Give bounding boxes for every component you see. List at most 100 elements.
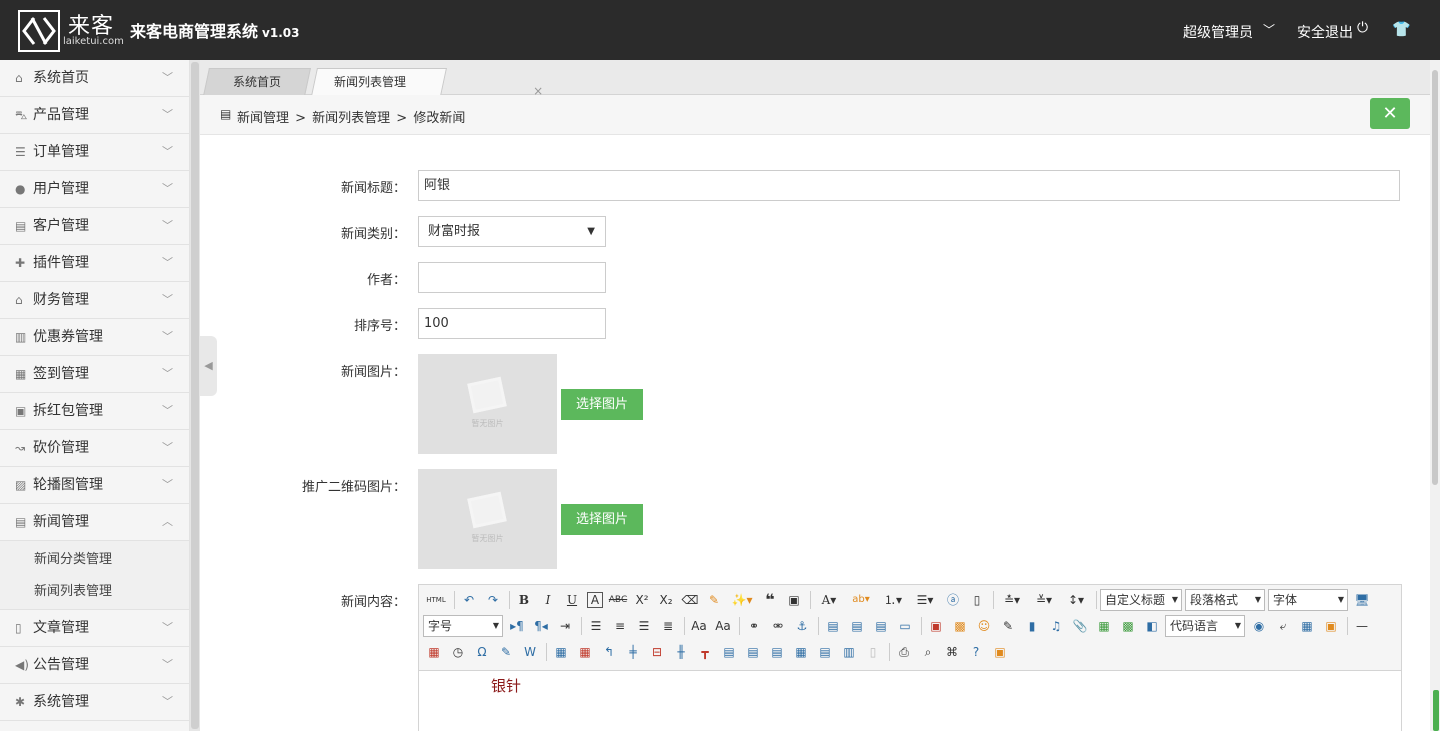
sidebar-collapse-handle[interactable]: ◀ xyxy=(200,336,217,396)
redo-icon[interactable]: ↷ xyxy=(482,589,504,611)
split-to-rows-icon[interactable]: ▤ xyxy=(814,641,836,663)
italic-icon[interactable]: I xyxy=(537,589,559,611)
lowercase-icon[interactable]: Aa xyxy=(712,615,734,637)
time-icon[interactable]: ◷ xyxy=(447,641,469,663)
ordered-list-icon[interactable]: ⒈▾ xyxy=(878,589,908,611)
page-scrollbar[interactable] xyxy=(1430,60,1440,731)
sidebar-item-notices[interactable]: ◀) 公告管理 ﹀ xyxy=(0,647,189,684)
delete-col-icon[interactable]: ┳ xyxy=(694,641,716,663)
rtl-icon[interactable]: ¶◂ xyxy=(530,615,552,637)
pick-qr-image-button[interactable]: 选择图片 xyxy=(561,504,643,535)
font-color-icon[interactable]: A▾ xyxy=(814,589,844,611)
title-input[interactable]: 阿银 xyxy=(418,170,1400,201)
line-height-icon[interactable]: ↕▾ xyxy=(1061,589,1091,611)
sidebar-item-products[interactable]: ⛍ 产品管理 ﹀ xyxy=(0,97,189,134)
chart-icon[interactable]: ▯ xyxy=(862,641,884,663)
image-none-icon[interactable]: ▤ xyxy=(822,615,844,637)
date-icon[interactable]: ▦ xyxy=(423,641,445,663)
image-left-icon[interactable]: ▤ xyxy=(846,615,868,637)
gmap-icon[interactable]: ▩ xyxy=(1117,615,1139,637)
special-chars-icon[interactable]: Ω xyxy=(471,641,493,663)
blockquote-icon[interactable]: ❝ xyxy=(759,589,781,611)
sidebar-scroll-thumb[interactable] xyxy=(191,62,199,729)
insert-image-icon[interactable]: ▩ xyxy=(949,615,971,637)
link-icon[interactable]: ⚭ xyxy=(743,615,765,637)
align-left-icon[interactable]: ☰ xyxy=(585,615,607,637)
sidebar-item-orders[interactable]: ☰ 订单管理 ﹀ xyxy=(0,134,189,171)
row-spacing-top-icon[interactable]: ≛▾ xyxy=(997,589,1027,611)
merge-down-icon[interactable]: ▤ xyxy=(766,641,788,663)
merge-right-icon[interactable]: ▤ xyxy=(742,641,764,663)
print-icon[interactable]: ⎙ xyxy=(893,641,915,663)
sidebar-item-checkin[interactable]: ▦ 签到管理 ﹀ xyxy=(0,356,189,393)
sidebar-item-banner[interactable]: ▨ 轮播图管理 ﹀ xyxy=(0,467,189,504)
row-spacing-bottom-icon[interactable]: ≚▾ xyxy=(1029,589,1059,611)
chevron-down-icon[interactable]: ﹀ xyxy=(1263,21,1275,38)
preview-icon[interactable]: 🖥 xyxy=(1351,589,1373,611)
anchor-icon[interactable]: ⚓ xyxy=(791,615,813,637)
font-size-select[interactable]: 字号 ▼ xyxy=(423,615,503,637)
search-replace-icon[interactable]: ⌘ xyxy=(941,641,963,663)
sidebar-item-news[interactable]: ▤ 新闻管理 ︿ xyxy=(0,504,189,541)
skin-icon[interactable]: 👕 xyxy=(1392,20,1411,38)
highlight-color-icon[interactable]: ab▾ xyxy=(846,589,876,611)
tab-news-list[interactable]: 新闻列表管理 × xyxy=(311,68,543,98)
music-icon[interactable]: ♫ xyxy=(1045,615,1067,637)
auto-format-icon[interactable]: ✨▾ xyxy=(727,589,757,611)
align-center-icon[interactable]: ≡ xyxy=(609,615,631,637)
delete-table-icon[interactable]: ▦ xyxy=(574,641,596,663)
background-icon[interactable]: ▣ xyxy=(1320,615,1342,637)
author-input[interactable] xyxy=(418,262,606,293)
web-app-icon[interactable]: ◉ xyxy=(1248,615,1270,637)
editor-content-area[interactable]: 银针 xyxy=(419,671,1401,731)
pick-news-image-button[interactable]: 选择图片 xyxy=(561,389,643,420)
editor-content-text[interactable]: 银针 xyxy=(491,675,521,696)
page-break-icon[interactable]: ⤶ xyxy=(1272,615,1294,637)
horizontal-rule-icon[interactable]: — xyxy=(1351,615,1373,637)
snap-screen-icon[interactable]: ✎ xyxy=(495,641,517,663)
bold-icon[interactable]: B xyxy=(513,589,535,611)
merge-cells-icon[interactable]: ▤ xyxy=(718,641,740,663)
align-right-icon[interactable]: ☰ xyxy=(633,615,655,637)
category-select[interactable]: 财富时报 ▼ xyxy=(418,216,606,247)
insert-video-icon[interactable]: ▮ xyxy=(1021,615,1043,637)
preview-zoom-icon[interactable]: ⌕ xyxy=(917,641,939,663)
paste-plain-icon[interactable]: ▣ xyxy=(783,589,805,611)
paragraph-select[interactable]: 段落格式 ▼ xyxy=(1185,589,1265,611)
attachment-icon[interactable]: 📎 xyxy=(1069,615,1091,637)
sidebar-item-articles[interactable]: ▯ 文章管理 ﹀ xyxy=(0,610,189,647)
clear-doc-icon[interactable]: ▯ xyxy=(966,589,988,611)
unordered-list-icon[interactable]: ☰▾ xyxy=(910,589,940,611)
select-all-icon[interactable]: ⓐ xyxy=(942,589,964,611)
sidebar-scrollbar[interactable] xyxy=(190,60,200,731)
sidebar-item-system[interactable]: ✱ 系统管理 ﹀ xyxy=(0,684,189,721)
simple-upload-icon[interactable]: ▣ xyxy=(925,615,947,637)
drafts-icon[interactable]: ▣ xyxy=(989,641,1011,663)
emotion-icon[interactable]: ☺ xyxy=(973,615,995,637)
power-icon[interactable]: ⏻ xyxy=(1357,20,1368,36)
strikethrough-icon[interactable]: ABC xyxy=(607,589,629,611)
insert-paragraph-before-table-icon[interactable]: ↰ xyxy=(598,641,620,663)
insert-frame-icon[interactable]: ◧ xyxy=(1141,615,1163,637)
logout-link[interactable]: 安全退出 xyxy=(1297,22,1353,42)
help-icon[interactable]: ? xyxy=(965,641,987,663)
insert-col-icon[interactable]: ╫ xyxy=(670,641,692,663)
tab-home[interactable]: 系统首页 xyxy=(203,68,311,96)
subscript-icon[interactable]: X₂ xyxy=(655,589,677,611)
sidebar-item-users[interactable]: ● 用户管理 ﹀ xyxy=(0,171,189,208)
template-icon[interactable]: ▦ xyxy=(1296,615,1318,637)
sidebar-subitem-news-list[interactable]: 新闻列表管理 xyxy=(0,576,189,608)
admin-menu[interactable]: 超级管理员 xyxy=(1183,22,1253,42)
custom-title-select[interactable]: 自定义标题 ▼ xyxy=(1100,589,1182,611)
eraser-icon[interactable]: ⌫ xyxy=(679,589,701,611)
page-scroll-thumb[interactable] xyxy=(1432,70,1438,485)
align-justify-icon[interactable]: ≣ xyxy=(657,615,679,637)
sidebar-item-customers[interactable]: ▤ 客户管理 ﹀ xyxy=(0,208,189,245)
map-icon[interactable]: ▦ xyxy=(1093,615,1115,637)
font-family-select[interactable]: 字体 ▼ xyxy=(1268,589,1348,611)
unlink-icon[interactable]: ⚮ xyxy=(767,615,789,637)
word-image-icon[interactable]: W xyxy=(519,641,541,663)
insert-row-icon[interactable]: ╪ xyxy=(622,641,644,663)
image-center-icon[interactable]: ▭ xyxy=(894,615,916,637)
ltr-icon[interactable]: ▸¶ xyxy=(506,615,528,637)
